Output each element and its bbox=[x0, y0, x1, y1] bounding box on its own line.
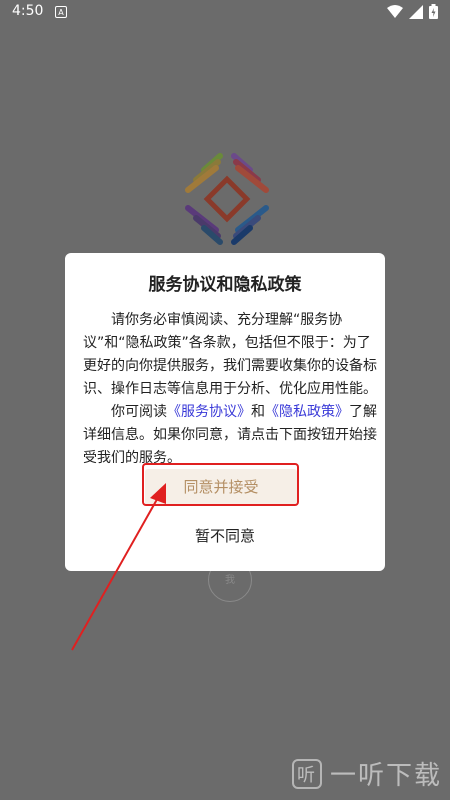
watermark-logo-icon: 听 bbox=[292, 758, 322, 789]
status-icons bbox=[387, 4, 438, 19]
decline-button[interactable]: 暂不同意 bbox=[145, 521, 305, 551]
notification-icon: A bbox=[55, 6, 67, 18]
status-bar: 4:50 A bbox=[0, 0, 450, 24]
battery-icon bbox=[429, 4, 438, 19]
annotation-highlight-box bbox=[142, 463, 299, 506]
para2-prefix: 你可阅读 bbox=[111, 404, 167, 420]
dialog-paragraph-1: 请你务必审慎阅读、充分理解“服务协议”和“隐私政策”各条款，包括但不限于：为了更… bbox=[83, 312, 377, 397]
wifi-icon bbox=[387, 4, 403, 18]
dialog-title: 服务协议和隐私政策 bbox=[148, 275, 302, 295]
dialog-paragraph-2: 你可阅读《服务协议》和《隐私政策》了解详细信息。如果你同意，请点击下面按钮开始接… bbox=[83, 401, 379, 470]
privacy-dialog: 服务协议和隐私政策 请你务必审慎阅读、充分理解“服务协议”和“隐私政策”各条款，… bbox=[65, 253, 385, 571]
privacy-policy-link[interactable]: 《隐私政策》 bbox=[265, 404, 349, 420]
signal-icon bbox=[409, 4, 423, 19]
status-time: 4:50 bbox=[12, 3, 44, 19]
watermark-text: 一听下载 bbox=[330, 761, 443, 791]
watermark: 听 一听下载 bbox=[292, 755, 442, 792]
dialog-body: 请你务必审慎阅读、充分理解“服务协议”和“隐私政策”各条款，包括但不限于：为了更… bbox=[83, 309, 379, 470]
app-logo-icon bbox=[185, 153, 269, 245]
service-agreement-link[interactable]: 《服务协议》 bbox=[167, 404, 251, 420]
para2-and: 和 bbox=[251, 404, 265, 420]
